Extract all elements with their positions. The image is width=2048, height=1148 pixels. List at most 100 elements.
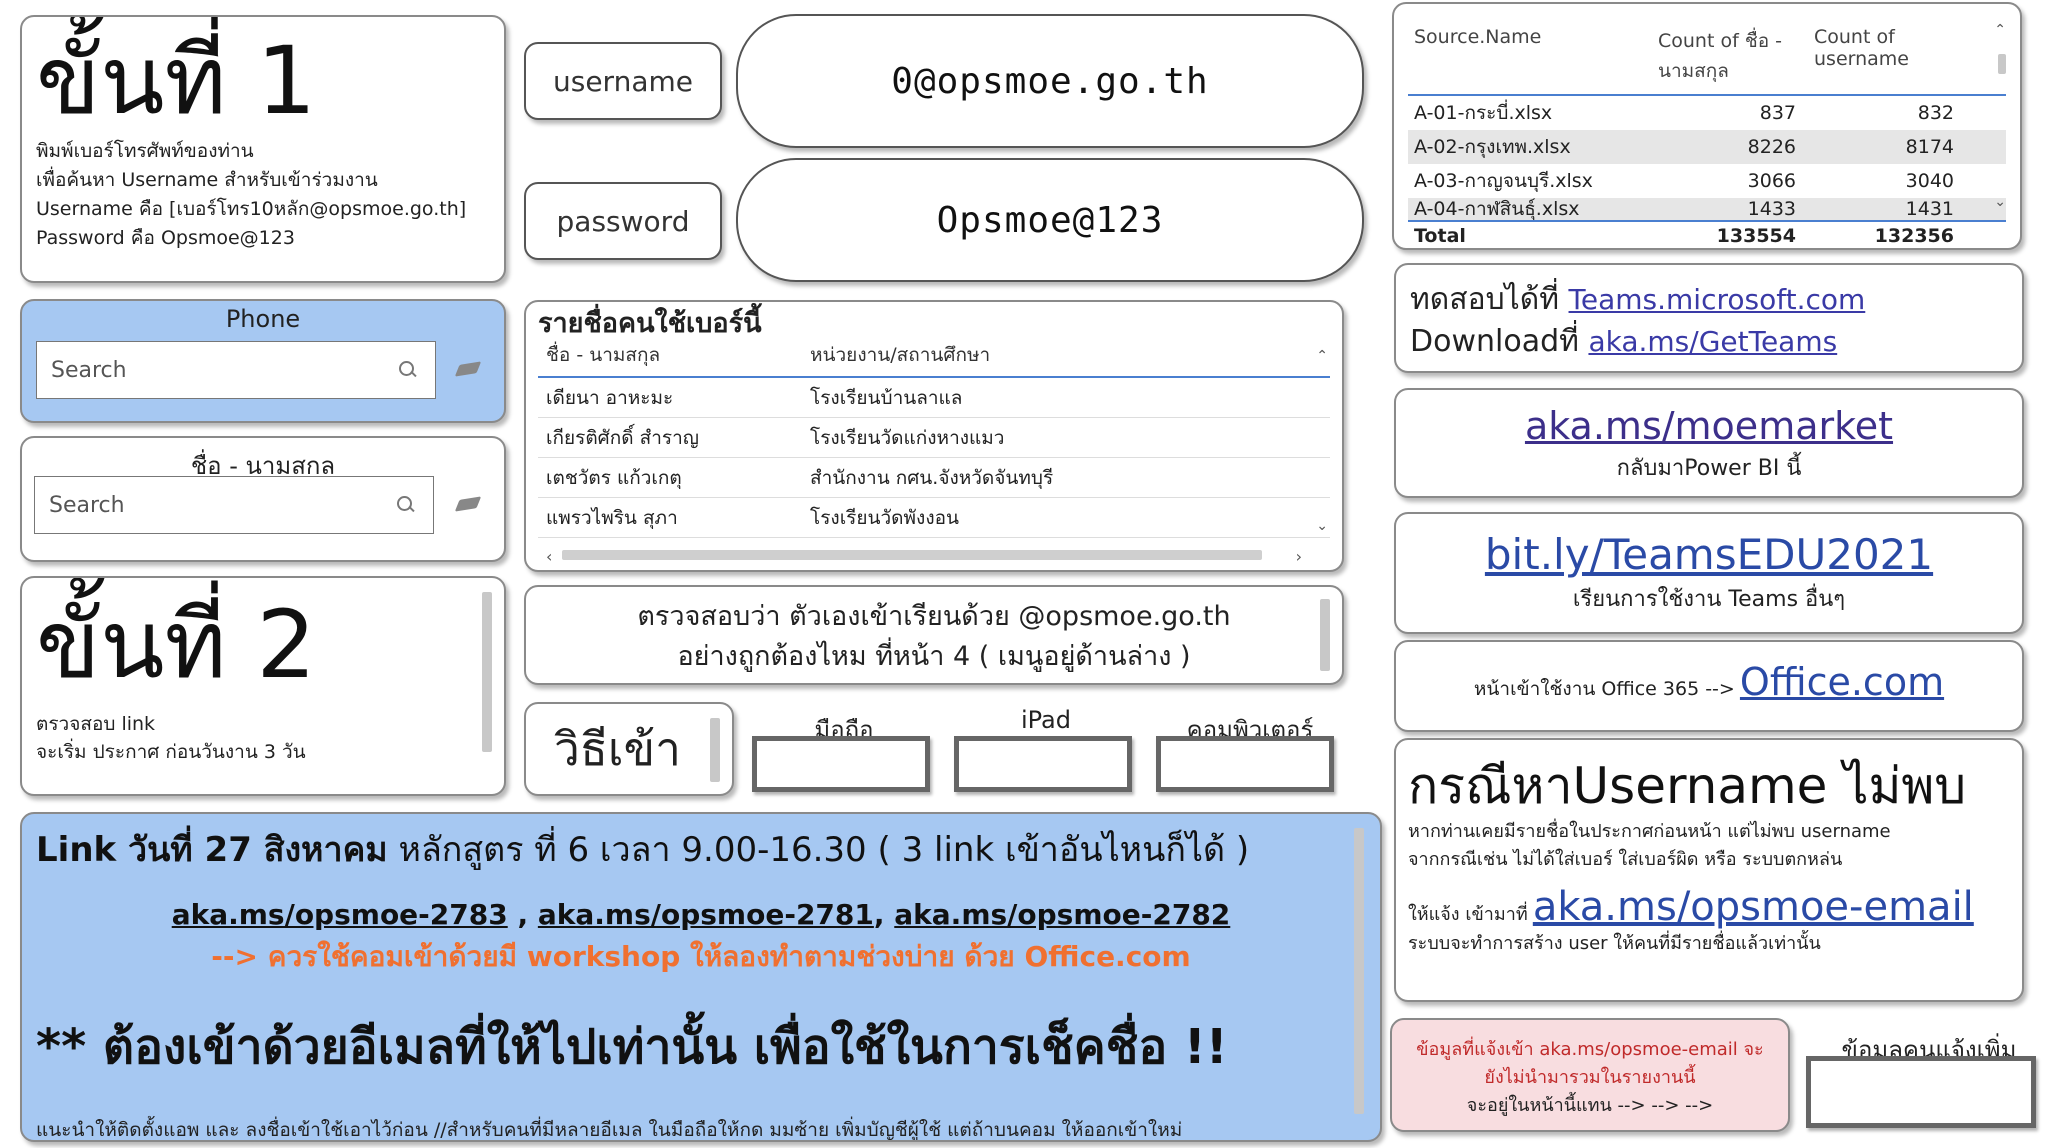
- device-label-ipad: iPad: [962, 706, 1130, 736]
- computer-button[interactable]: [1156, 736, 1334, 792]
- cell-count-b: 3040: [1905, 170, 1954, 192]
- cell-source: A-04-กาฬสินธุ์.xlsx: [1414, 198, 1580, 220]
- cell-count-b: 1431: [1905, 198, 1954, 220]
- notfound-title: กรณีหาUsername ไม่พบ: [1408, 757, 1967, 815]
- opsmoe-email-link[interactable]: aka.ms/opsmoe-email: [1533, 884, 1974, 930]
- name-search-input[interactable]: Search: [34, 476, 434, 534]
- office-card: หน้าเข้าใช้งาน Office 365 --> Office.com: [1394, 640, 2024, 732]
- horizontal-scrollbar[interactable]: [562, 550, 1262, 560]
- teams-test-prefix: ทดสอบได้ที่: [1410, 282, 1559, 317]
- phone-search-input[interactable]: Search: [36, 341, 436, 399]
- teams-card: ทดสอบได้ที่ Teams.microsoft.com Download…: [1394, 263, 2024, 373]
- phone-search-placeholder: Search: [51, 357, 127, 383]
- source-table-header: Source.Name Count of ชื่อ - นามสกุล Coun…: [1408, 12, 2006, 96]
- step1-card: ขั้นที่ 1 พิมพ์เบอร์โทรศัพท์ของท่าน เพื่…: [20, 15, 506, 283]
- username-value: 0@opsmoe.go.th: [736, 14, 1364, 148]
- teams-download-link[interactable]: aka.ms/GetTeams: [1588, 325, 1837, 358]
- method-card: วิธีเข้า: [524, 702, 734, 796]
- method-scrollbar[interactable]: [710, 718, 720, 782]
- source-table: Source.Name Count of ชื่อ - นามสกุล Coun…: [1392, 2, 2022, 250]
- email-notice: ** ต้องเข้าด้วยอีเมลที่ให้ไปเท่านั้น เพื…: [36, 1019, 1228, 1075]
- source-scrollbar[interactable]: [1998, 54, 2006, 74]
- teamsedu-card: bit.ly/TeamsEDU2021 เรียนการใช้งาน Teams…: [1394, 512, 2024, 634]
- report-note-line-2: ยังไม่นำมารวมในรายงานนี้: [1484, 1067, 1696, 1088]
- cell-count-a: 837: [1759, 102, 1796, 124]
- moemarket-link[interactable]: aka.ms/moemarket: [1396, 404, 2022, 448]
- scroll-up-icon[interactable]: ⌃: [1316, 348, 1328, 364]
- scroll-down-icon[interactable]: ⌄: [1316, 518, 1328, 534]
- more-info-button[interactable]: [1806, 1056, 2036, 1128]
- notfound-line-3: ระบบจะทำการสร้าง user ให้คนที่มีรายชื่อแ…: [1408, 933, 1821, 954]
- link-panel-heading: หลักสูตร ที่ 6 เวลา 9.00-16.30 ( 3 link …: [387, 830, 1250, 870]
- username-label: username: [524, 42, 722, 120]
- office-link[interactable]: Office.com: [1740, 660, 1944, 704]
- report-note-line-1: ข้อมูลที่แจ้งเข้า aka.ms/opsmoe-email จะ: [1416, 1039, 1764, 1060]
- table-row[interactable]: เกียรติศักดิ์ สำราญ โรงเรียนวัดแก่งหางแม…: [538, 418, 1330, 458]
- meeting-link-2782[interactable]: aka.ms/opsmoe-2782: [894, 898, 1230, 931]
- method-label: วิธีเข้า: [554, 721, 681, 776]
- office-prefix: หน้าเข้าใช้งาน Office 365 -->: [1473, 678, 1735, 700]
- scroll-right-icon[interactable]: ›: [1296, 547, 1302, 566]
- table-row[interactable]: A-04-กาฬสินธุ์.xlsx 1433 1431: [1408, 198, 2006, 220]
- col-name-header[interactable]: ชื่อ - นามสกุล: [538, 340, 806, 376]
- check-email-card: ตรวจสอบว่า ตัวเองเข้าเรียนด้วย @opsmoe.g…: [524, 585, 1344, 685]
- teamsedu-link[interactable]: bit.ly/TeamsEDU2021: [1396, 530, 2022, 579]
- cell-source: A-03-กาญจนบุรี.xlsx: [1414, 170, 1593, 192]
- check-line-2: อย่างถูกต้องไหม ที่หน้า 4 ( เมนูอยู่ด้าน…: [677, 641, 1191, 672]
- workshop-warning: --> ควรใช้คอมเข้าด้วยมี workshop ให้ลองท…: [211, 940, 1191, 973]
- total-row: Total 133554 132356: [1408, 220, 2006, 248]
- names-table-title: รายชื่อคนใช้เบอร์นี้: [538, 308, 762, 339]
- step1-title: ขั้นที่ 1: [36, 27, 317, 136]
- password-value: Opsmoe@123: [736, 158, 1364, 282]
- install-tip: แนะนำให้ติดตั้งแอพ และ ลงชื่อเข้าใช้เอาไ…: [36, 1119, 1183, 1141]
- name-slicer: ชื่อ - นามสกล Search: [20, 436, 506, 562]
- teamsedu-sub: เรียนการใช้งาน Teams อื่นๆ: [1572, 587, 1846, 612]
- notfound-notify-prefix: ให้แจ้ง เข้ามาที่: [1408, 904, 1528, 925]
- table-row[interactable]: แพรวไพริน สุภา โรงเรียนวัดพังงอน: [538, 498, 1330, 538]
- check-line-1: ตรวจสอบว่า ตัวเองเข้าเรียนด้วย @opsmoe.g…: [637, 601, 1231, 632]
- teams-download-prefix: Downloadที่: [1410, 324, 1579, 359]
- table-row[interactable]: A-01-กระบี่.xlsx 837 832: [1408, 96, 2006, 130]
- cell-name: เกียรติศักดิ์ สำราญ: [546, 426, 699, 449]
- phone-slicer: Phone Search: [20, 299, 506, 423]
- cell-source: A-01-กระบี่.xlsx: [1414, 102, 1553, 124]
- table-row[interactable]: เดียนา อาหะมะ โรงเรียนบ้านลาแล: [538, 378, 1330, 418]
- cell-source: A-02-กรุงเทพ.xlsx: [1414, 136, 1571, 158]
- table-row[interactable]: เตชวัตร แก้วเกตุ สำนักงาน กศน.จังหวัดจัน…: [538, 458, 1330, 498]
- meeting-link-2783[interactable]: aka.ms/opsmoe-2783: [172, 898, 508, 931]
- cell-unit: โรงเรียนวัดแก่งหางแมว: [810, 426, 1005, 449]
- check-scrollbar[interactable]: [1320, 599, 1330, 671]
- link-panel: Link วันที่ 27 สิงหาคม หลักสูตร ที่ 6 เว…: [20, 812, 1382, 1142]
- cell-count-b: 8174: [1905, 136, 1954, 158]
- link-panel-date: Link วันที่ 27 สิงหาคม: [36, 830, 388, 870]
- meeting-link-2781[interactable]: aka.ms/opsmoe-2781: [538, 898, 874, 931]
- step1-line-4: Password คือ Opsmoe@123: [36, 227, 295, 249]
- cell-count-a: 8226: [1747, 136, 1796, 158]
- step2-scrollbar[interactable]: [482, 592, 492, 752]
- col-count-name[interactable]: Count of ชื่อ - นามสกุล: [1658, 26, 1804, 94]
- col-count-username[interactable]: Count of username: [1804, 26, 1962, 94]
- table-row[interactable]: A-02-กรุงเทพ.xlsx 8226 8174: [1408, 130, 2006, 164]
- eraser-icon[interactable]: [454, 361, 482, 377]
- step2-line-1: ตรวจสอบ link: [36, 713, 156, 735]
- col-unit-header[interactable]: หน่วยงาน/สถานศึกษา: [806, 340, 1330, 376]
- teams-test-link[interactable]: Teams.microsoft.com: [1569, 283, 1866, 316]
- col-source-name[interactable]: Source.Name: [1408, 26, 1658, 94]
- link-panel-scrollbar[interactable]: [1354, 828, 1364, 1114]
- moemarket-card: aka.ms/moemarket กลับมาPower BI นี้: [1394, 388, 2024, 498]
- search-icon: [399, 361, 417, 379]
- eraser-icon[interactable]: [454, 496, 482, 512]
- step1-line-3: Username คือ [เบอร์โทร10หลัก@opsmoe.go.t…: [36, 198, 467, 220]
- step1-line-1: พิมพ์เบอร์โทรศัพท์ของท่าน: [36, 140, 254, 162]
- table-row[interactable]: A-03-กาญจนบุรี.xlsx 3066 3040: [1408, 164, 2006, 198]
- notfound-line-1: หากท่านเคยมีรายชื่อในประกาศก่อนหน้า แต่ไ…: [1408, 821, 1891, 842]
- scroll-up-icon[interactable]: ⌃: [1994, 22, 2006, 38]
- ipad-button[interactable]: [954, 736, 1132, 792]
- scroll-down-icon[interactable]: ⌄: [1994, 194, 2006, 210]
- cell-name: เดียนา อาหะมะ: [546, 386, 674, 409]
- mobile-button[interactable]: [752, 736, 930, 792]
- scroll-left-icon[interactable]: ‹: [546, 547, 552, 566]
- step2-title: ขั้นที่ 2: [36, 591, 317, 700]
- phone-slicer-title: Phone: [225, 305, 301, 333]
- total-count-a: 133554: [1716, 225, 1796, 247]
